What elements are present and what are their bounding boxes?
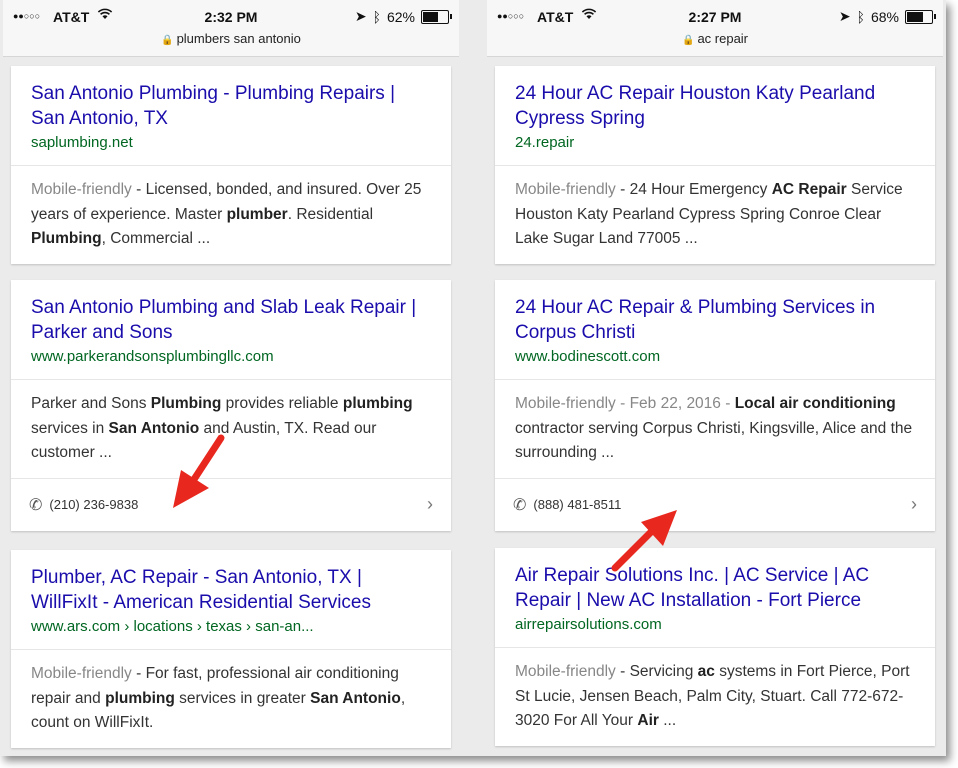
result-snippet: Mobile-friendly - Servicing ac systems i… — [515, 663, 910, 729]
result-header[interactable]: Air Repair Solutions Inc. | AC Service |… — [495, 548, 935, 648]
result-date: - Feb 22, 2016 - — [615, 395, 735, 412]
result-url: 24.repair — [515, 134, 575, 151]
mobile-friendly-label: Mobile-friendly — [515, 181, 616, 198]
address-text: ac repair — [697, 31, 749, 46]
browser-header: ●●○○○ AT&T 2:32 PM ➤ ᛒ 62% 🔒 plumbers san… — [3, 0, 459, 57]
battery-percent: 62% — [386, 8, 415, 25]
search-result-card: 24 Hour AC Repair Houston Katy Pearland … — [495, 66, 935, 264]
result-title-link[interactable]: San Antonio Plumbing - Plumbing Repairs … — [31, 81, 429, 131]
call-button[interactable]: ✆ (888) 481-8511 › — [495, 477, 935, 531]
red-arrow-annotation — [611, 510, 677, 572]
bluetooth-icon: ᛒ — [856, 8, 865, 25]
location-arrow-icon: ➤ — [838, 8, 851, 24]
result-url: www.bodinescott.com — [515, 348, 661, 365]
result-url: www.ars.com › locations › texas › san-an… — [31, 618, 314, 635]
result-header[interactable]: San Antonio Plumbing and Slab Leak Repai… — [11, 280, 451, 380]
phone-icon: ✆ — [29, 496, 43, 514]
address-text: plumbers san antonio — [176, 31, 301, 46]
mobile-friendly-label: Mobile-friendly — [515, 663, 616, 680]
status-bar: ●●○○○ AT&T 2:27 PM ➤ ᛒ 68% — [487, 8, 943, 28]
battery-percent: 68% — [870, 8, 899, 25]
mobile-friendly-label: Mobile-friendly — [31, 665, 132, 682]
result-header[interactable]: Plumber, AC Repair - San Antonio, TX | W… — [11, 550, 451, 650]
bluetooth-icon: ᛒ — [372, 8, 381, 25]
search-result-card: 24 Hour AC Repair & Plumbing Services in… — [495, 280, 935, 531]
result-url: airrepairsolutions.com — [515, 616, 662, 633]
address-bar[interactable]: 🔒 ac repair — [487, 31, 943, 46]
lock-icon: 🔒 — [161, 35, 174, 46]
search-result-card: Air Repair Solutions Inc. | AC Service |… — [495, 548, 935, 746]
address-bar[interactable]: 🔒 plumbers san antonio — [3, 31, 459, 46]
chevron-right-icon: › — [427, 493, 433, 514]
status-right-group: ➤ ᛒ 62% — [354, 8, 452, 25]
phone-number: (210) 236-9838 — [49, 497, 139, 512]
chevron-right-icon: › — [911, 493, 917, 514]
result-header[interactable]: San Antonio Plumbing - Plumbing Repairs … — [11, 66, 451, 166]
phone-screen-left: ●●○○○ AT&T 2:32 PM ➤ ᛒ 62% 🔒 plumbers san… — [3, 0, 459, 756]
browser-header: ●●○○○ AT&T 2:27 PM ➤ ᛒ 68% 🔒 ac repair — [487, 0, 943, 57]
result-header[interactable]: 24 Hour AC Repair & Plumbing Services in… — [495, 280, 935, 380]
result-snippet: Mobile-friendly - Licensed, bonded, and … — [31, 181, 422, 247]
mobile-friendly-label: Mobile-friendly — [515, 395, 616, 412]
battery-icon — [421, 9, 452, 24]
result-title-link[interactable]: Air Repair Solutions Inc. | AC Service |… — [515, 563, 913, 613]
result-title-link[interactable]: 24 Hour AC Repair Houston Katy Pearland … — [515, 81, 913, 131]
phone-icon: ✆ — [513, 496, 527, 514]
status-bar: ●●○○○ AT&T 2:32 PM ➤ ᛒ 62% — [3, 8, 459, 28]
result-url: saplumbing.net — [31, 134, 133, 151]
status-right-group: ➤ ᛒ 68% — [838, 8, 936, 25]
result-header[interactable]: 24 Hour AC Repair Houston Katy Pearland … — [495, 66, 935, 166]
search-result-card: San Antonio Plumbing - Plumbing Repairs … — [11, 66, 451, 264]
location-arrow-icon: ➤ — [354, 8, 367, 24]
phone-screen-right: ●●○○○ AT&T 2:27 PM ➤ ᛒ 68% 🔒 ac repair 24… — [487, 0, 943, 756]
search-result-card: Plumber, AC Repair - San Antonio, TX | W… — [11, 550, 451, 748]
result-title-link[interactable]: Plumber, AC Repair - San Antonio, TX | W… — [31, 565, 429, 615]
result-url: www.parkerandsonsplumbingllc.com — [31, 348, 274, 365]
lock-icon: 🔒 — [681, 35, 695, 46]
mobile-friendly-label: Mobile-friendly — [31, 181, 132, 198]
result-snippet: Mobile-friendly - For fast, professional… — [31, 665, 406, 731]
result-title-link[interactable]: 24 Hour AC Repair & Plumbing Services in… — [515, 295, 913, 345]
red-arrow-annotation — [173, 434, 225, 508]
result-snippet: Mobile-friendly - Feb 22, 2016 - Local a… — [515, 395, 913, 461]
result-title-link[interactable]: San Antonio Plumbing and Slab Leak Repai… — [31, 295, 429, 345]
result-snippet: Mobile-friendly - 24 Hour Emergency AC R… — [515, 181, 903, 247]
battery-icon — [905, 9, 936, 24]
